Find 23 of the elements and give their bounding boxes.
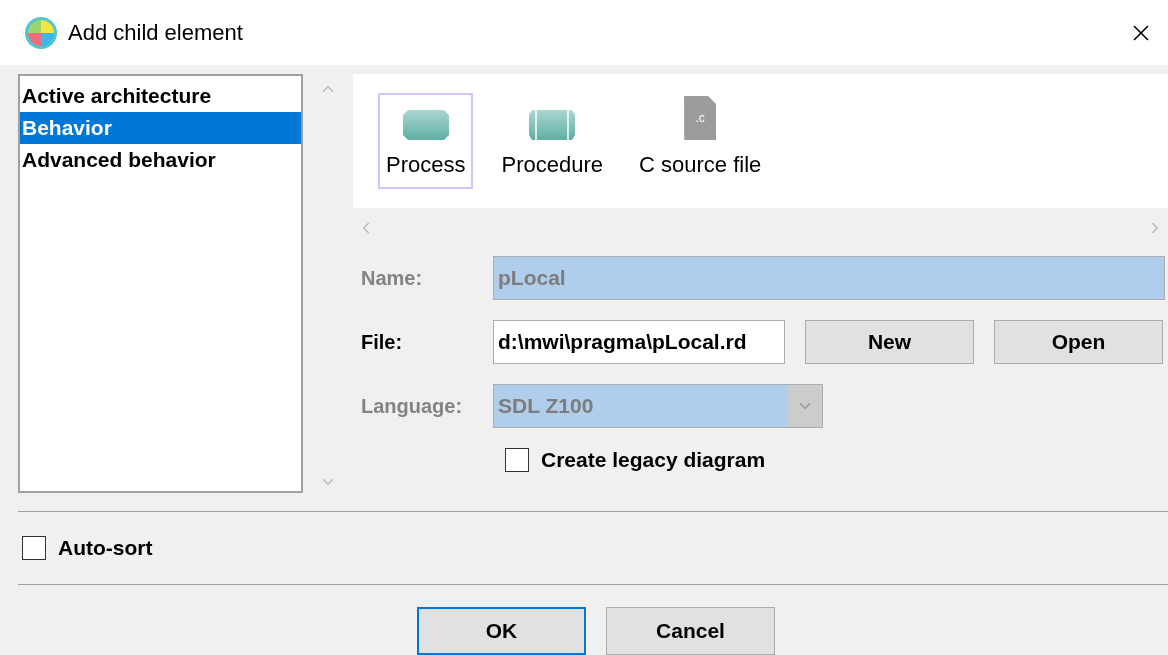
field-label: Name: <box>361 266 424 291</box>
rounded-block-icon <box>402 110 449 140</box>
element-type-option[interactable]: .c C source file <box>631 93 770 189</box>
checkbox-label: Create legacy diagram <box>541 447 766 473</box>
list-item[interactable]: Active architecture <box>20 80 301 112</box>
app-logo-icon <box>24 15 58 50</box>
element-type-option[interactable]: Process <box>378 93 474 189</box>
file-action-button[interactable]: Open <box>994 320 1163 364</box>
text-field[interactable]: d:\mwi\pragma\pLocal.rd <box>493 320 785 364</box>
dialog-button[interactable]: OK <box>417 607 586 655</box>
list-item[interactable]: Advanced behavior <box>20 144 301 176</box>
field-label: Language: <box>361 394 464 419</box>
window-title: Add child element <box>68 19 243 47</box>
checkbox[interactable] <box>505 447 529 472</box>
block-with-sides-icon <box>529 110 576 140</box>
dialog-button[interactable]: Cancel <box>606 607 775 655</box>
list-item[interactable]: Behavior <box>20 112 301 144</box>
file-action-button[interactable]: New <box>805 320 974 364</box>
element-type-option[interactable]: Procedure <box>493 93 611 189</box>
file-icon: .c <box>684 96 717 140</box>
field-label: File: <box>361 330 404 355</box>
checkbox[interactable] <box>22 536 46 560</box>
checkbox-label: Auto-sort <box>58 535 153 562</box>
